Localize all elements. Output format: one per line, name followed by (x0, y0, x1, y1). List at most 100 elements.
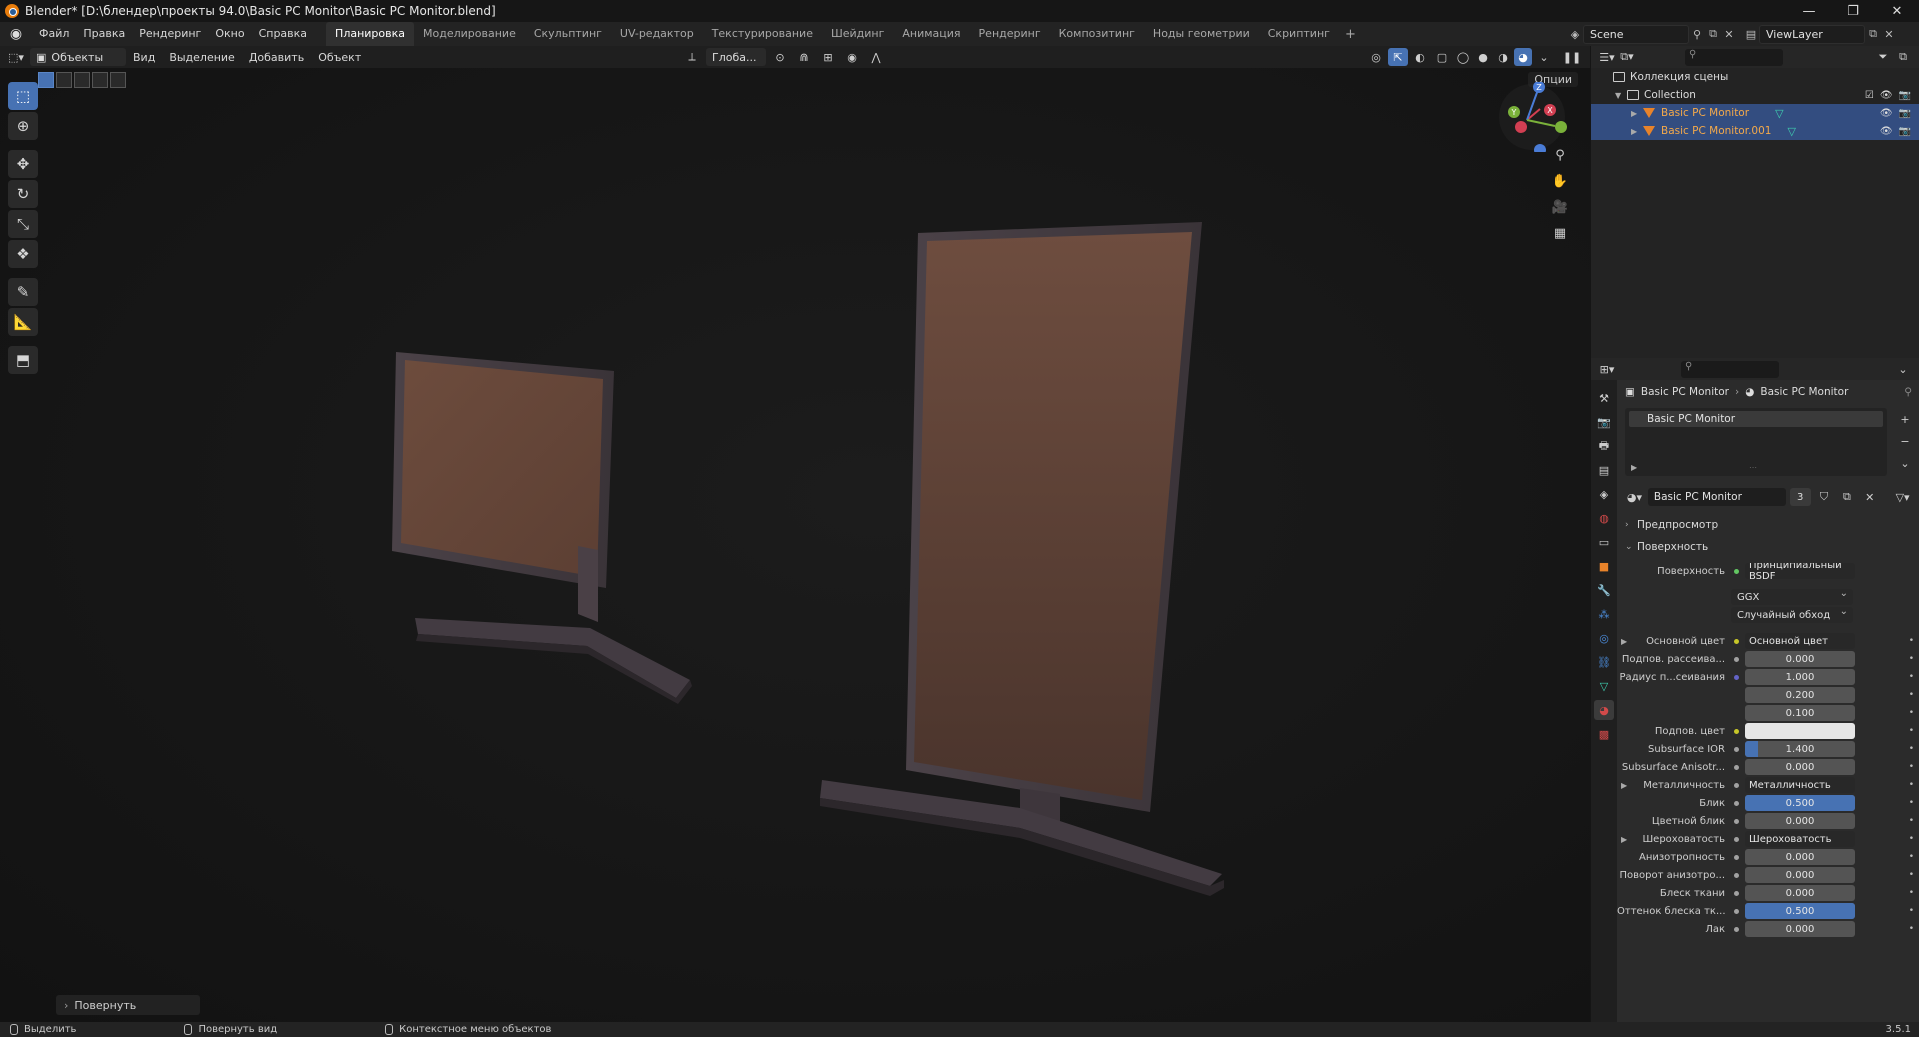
slot-menu-button[interactable]: ⌄ (1895, 454, 1915, 472)
new-collection-icon[interactable]: ⧉ (1893, 48, 1913, 66)
editor-type-icon[interactable]: ⬚▾ (6, 48, 26, 66)
last-operator-panel[interactable]: › Повернуть (56, 995, 200, 1015)
socket-icon[interactable] (1731, 654, 1741, 664)
linked-input-field[interactable]: Металличность (1745, 777, 1855, 793)
number-field[interactable]: 1.000 (1745, 669, 1855, 685)
minimize-button[interactable]: — (1787, 0, 1831, 22)
pan-hand-icon[interactable]: ✋ (1549, 170, 1571, 192)
keyframe-dot-icon[interactable]: • (1909, 744, 1914, 754)
menu-edit[interactable]: Правка (76, 22, 132, 46)
camera-view-icon[interactable]: 🎥 (1549, 196, 1571, 218)
socket-icon[interactable] (1731, 852, 1741, 862)
outliner-item-monitor-001[interactable]: ▶ Basic PC Monitor.001 ▽ 👁 📷 (1591, 122, 1919, 140)
select-intersect-icon[interactable] (110, 72, 126, 88)
select-subtract-icon[interactable] (74, 72, 90, 88)
camera-icon[interactable]: 📷 (1899, 126, 1911, 137)
tab-compositing[interactable]: Композитинг (1050, 22, 1144, 46)
physics-tab-icon[interactable]: ◎ (1594, 628, 1614, 648)
number-field[interactable]: 0.200 (1745, 687, 1855, 703)
particles-tab-icon[interactable]: ⁂ (1594, 604, 1614, 624)
number-field[interactable]: 0.000 (1745, 921, 1855, 937)
color-swatch[interactable] (1745, 723, 1855, 739)
solid-shading-icon[interactable]: ● (1474, 48, 1492, 66)
socket-icon[interactable] (1731, 870, 1741, 880)
constraints-tab-icon[interactable]: ⛓ (1594, 652, 1614, 672)
navigation-gizmo[interactable]: Z X Y (1497, 82, 1567, 152)
socket-icon[interactable] (1731, 636, 1741, 646)
expand-arrow-icon[interactable]: ▶ (1631, 463, 1637, 472)
resize-handle-icon[interactable]: ⋯ (1749, 463, 1757, 472)
expand-arrow-icon[interactable]: ▶ (1621, 835, 1627, 844)
user-count[interactable]: 3 (1789, 488, 1811, 506)
menu-object[interactable]: Объект (311, 51, 368, 64)
socket-icon[interactable] (1731, 726, 1741, 736)
pin-icon[interactable]: ⚲ (1689, 26, 1705, 42)
keyframe-dot-icon[interactable]: • (1909, 906, 1914, 916)
material-tab-icon[interactable]: ◕ (1594, 700, 1614, 720)
number-field[interactable]: 0.000 (1745, 885, 1855, 901)
menu-help[interactable]: Справка (252, 22, 314, 46)
delete-scene-icon[interactable]: ✕ (1721, 26, 1737, 42)
tool-tab-icon[interactable]: ⚒ (1594, 388, 1614, 408)
keyframe-dot-icon[interactable]: • (1909, 798, 1914, 808)
material-name-field[interactable]: Basic PC Monitor (1647, 488, 1786, 506)
socket-icon[interactable] (1731, 780, 1741, 790)
orientation-icon[interactable]: ⟂ (682, 48, 702, 66)
zoom-icon[interactable]: ⚲ (1549, 144, 1571, 166)
keyframe-dot-icon[interactable]: • (1909, 816, 1914, 826)
socket-icon[interactable] (1731, 834, 1741, 844)
mesh-data-icon[interactable]: ▽ (1775, 107, 1783, 120)
camera-icon[interactable]: 📷 (1899, 90, 1911, 101)
maximize-button[interactable]: ❐ (1831, 0, 1875, 22)
camera-icon[interactable]: 📷 (1899, 108, 1911, 119)
menu-render[interactable]: Рендеринг (132, 22, 208, 46)
proportional-edit-icon[interactable]: ◉ (842, 48, 862, 66)
socket-icon[interactable] (1731, 672, 1741, 682)
outliner-search-input[interactable]: ⚲ (1685, 48, 1783, 66)
tab-uv-editing[interactable]: UV-редактор (611, 22, 703, 46)
modifiers-tab-icon[interactable]: 🔧 (1594, 580, 1614, 600)
blender-menu-icon[interactable]: ◉ (8, 26, 24, 42)
wireframe-shading-icon[interactable]: ◯ (1454, 48, 1472, 66)
number-field[interactable]: 1.400 (1745, 741, 1855, 757)
collection-tab-icon[interactable]: ▭ (1594, 532, 1614, 552)
collapse-arrow-icon[interactable]: ▼ (1615, 91, 1627, 100)
socket-icon[interactable] (1731, 924, 1741, 934)
number-field[interactable]: 0.000 (1745, 651, 1855, 667)
scene-icon[interactable]: ◈ (1567, 26, 1583, 42)
menu-select[interactable]: Выделение (162, 51, 242, 64)
number-field[interactable]: 0.000 (1745, 759, 1855, 775)
number-field[interactable]: 0.100 (1745, 705, 1855, 721)
scene-name-field[interactable]: Scene (1583, 24, 1689, 44)
falloff-icon[interactable]: ⋀ (866, 48, 886, 66)
linked-input-field[interactable]: Шероховатость (1745, 831, 1855, 847)
shading-options-icon[interactable]: ⌄ (1534, 48, 1554, 66)
move-tool[interactable]: ✥ (8, 150, 38, 178)
keyframe-dot-icon[interactable]: • (1909, 834, 1914, 844)
menu-view[interactable]: Вид (126, 51, 162, 64)
unlink-material-icon[interactable]: ✕ (1860, 488, 1879, 506)
monitor-portrait[interactable] (820, 222, 1224, 896)
measure-tool[interactable]: 📐 (8, 308, 38, 336)
pause-render-icon[interactable]: ❚❚ (1562, 48, 1582, 66)
overlay-toggle-icon[interactable]: ◐ (1410, 48, 1430, 66)
keyframe-dot-icon[interactable]: • (1909, 690, 1914, 700)
mode-dropdown[interactable]: ▣ Объекты (30, 48, 126, 66)
tab-shading[interactable]: Шейдинг (822, 22, 893, 46)
filter-icon[interactable]: ⏷ (1873, 48, 1893, 66)
gizmo-toggle-icon[interactable]: ⇱ (1388, 48, 1408, 66)
tab-texture-paint[interactable]: Текстурирование (703, 22, 822, 46)
xray-toggle-icon[interactable]: ▢ (1432, 48, 1452, 66)
tab-scripting[interactable]: Скриптинг (1259, 22, 1339, 46)
socket-icon[interactable] (1731, 888, 1741, 898)
perspective-grid-icon[interactable]: ▦ (1549, 222, 1571, 244)
checkbox-icon[interactable]: ☑ (1865, 90, 1874, 101)
texture-tab-icon[interactable]: ▩ (1594, 724, 1614, 744)
add-workspace-button[interactable]: + (1339, 27, 1362, 42)
outliner-item-monitor[interactable]: ▶ Basic PC Monitor ▽ 👁 📷 (1591, 104, 1919, 122)
collection-row[interactable]: ▼ Collection ☑ 👁 📷 (1591, 86, 1919, 104)
snap-target-icon[interactable]: ⊞ (818, 48, 838, 66)
preview-panel-header[interactable]: › Предпросмотр (1617, 514, 1919, 536)
menu-add[interactable]: Добавить (242, 51, 311, 64)
keyframe-dot-icon[interactable]: • (1909, 726, 1914, 736)
